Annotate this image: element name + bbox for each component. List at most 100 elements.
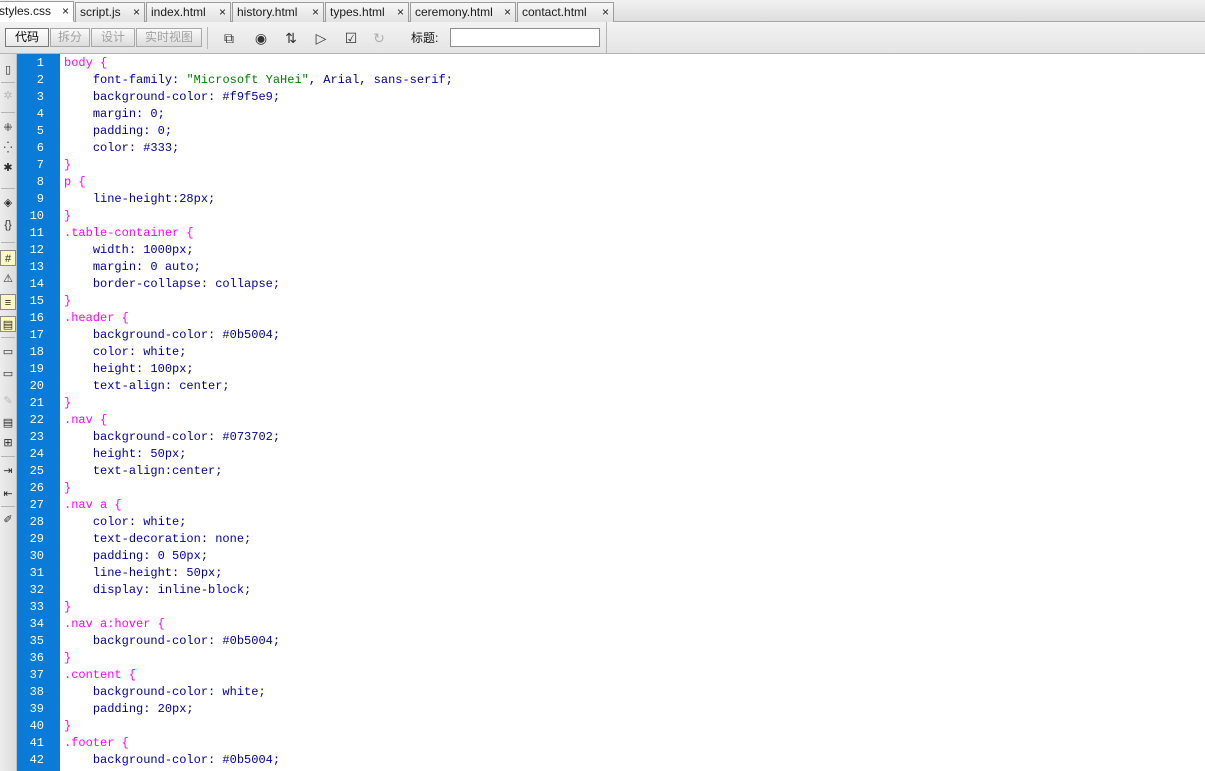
code-editor[interactable]: body { font-family: "Microsoft YaHei", A… [60, 54, 1205, 771]
close-icon[interactable]: × [504, 3, 511, 21]
css-selector: .footer { [64, 736, 129, 750]
line-number: 2 [36, 73, 44, 87]
line-number: 35 [29, 634, 44, 648]
code-line: padding: 0; [64, 123, 172, 140]
code-line: } [64, 650, 71, 667]
toolbar-divider [1, 337, 15, 338]
css-declaration: padding: 0; [92, 124, 173, 138]
code-line: margin: 0; [64, 106, 165, 123]
line-number: 27 [29, 498, 44, 512]
code-line: display: inline-block; [64, 582, 251, 599]
css-declaration: background-color: #073702; [92, 430, 281, 444]
line-number: 17 [29, 328, 44, 342]
tab-label: ceremony.html [415, 5, 493, 19]
code-line: .header { [64, 310, 129, 327]
code-line: background-color: #0b5004; [64, 752, 280, 769]
code-line: .nav a { [64, 497, 122, 514]
tab-ceremony-html[interactable]: ceremony.html × [410, 2, 516, 22]
code-line: body { [64, 55, 107, 72]
line-number: 22 [29, 413, 44, 427]
code-line: text-align:center; [64, 463, 223, 480]
multiscreen-icon[interactable]: ⧉ [218, 29, 240, 47]
page-title-input[interactable] [450, 28, 600, 47]
css-selector: } [64, 651, 72, 665]
code-line: line-height:28px; [64, 191, 215, 208]
toolbar-divider [1, 188, 15, 189]
line-number: 3 [36, 90, 44, 104]
split-view-button[interactable]: 拆分 [50, 28, 90, 47]
line-number: 21 [29, 396, 44, 410]
css-declaration: height: 100px; [92, 362, 194, 376]
css-declaration: display: inline-block; [92, 583, 252, 597]
line-number: 40 [29, 719, 44, 733]
line-number: 37 [29, 668, 44, 682]
code-line: .nav { [64, 412, 107, 429]
css-declaration: color: #333; [92, 141, 180, 155]
code-line: height: 100px; [64, 361, 194, 378]
refresh-icon[interactable]: ↻ [368, 29, 390, 47]
toolbar-divider [207, 27, 208, 49]
css-selector: } [64, 719, 72, 733]
design-view-button[interactable]: 设计 [91, 28, 135, 47]
file-management-icon[interactable]: ⇅ [280, 29, 302, 47]
line-number: 13 [29, 260, 44, 274]
line-number: 23 [29, 430, 44, 444]
tab-label: types.html [330, 5, 385, 19]
tab-history-html[interactable]: history.html × [232, 2, 324, 22]
line-number: 32 [29, 583, 44, 597]
close-icon[interactable]: × [397, 3, 404, 21]
check-browser-compat-icon[interactable]: ▷ [310, 29, 332, 47]
code-line: background-color: #0b5004; [64, 633, 280, 650]
code-line: width: 1000px; [64, 242, 194, 259]
line-number: 14 [29, 277, 44, 291]
code-line: } [64, 480, 71, 497]
preview-browser-icon[interactable]: ◉ [250, 29, 272, 47]
code-line: p { [64, 174, 86, 191]
line-number: 24 [29, 447, 44, 461]
css-declaration: text-decoration: none; [92, 532, 252, 546]
visual-aids-icon[interactable]: ☑ [340, 29, 362, 47]
tab-label: index.html [151, 5, 206, 19]
tab-index-html[interactable]: index.html × [146, 2, 231, 22]
tab-contact-html[interactable]: contact.html × [517, 2, 614, 22]
close-icon[interactable]: × [219, 3, 226, 21]
css-selector: .table-container { [64, 226, 194, 240]
css-declaration: background-color: #0b5004; [92, 634, 281, 648]
css-selector: .content { [64, 668, 137, 682]
close-icon[interactable]: × [312, 3, 319, 21]
toolbar-divider [1, 242, 15, 243]
tab-types-html[interactable]: types.html × [325, 2, 409, 22]
css-selector: p { [64, 175, 86, 189]
close-icon[interactable]: × [602, 3, 609, 21]
code-line: text-align: center; [64, 378, 230, 395]
css-selector: .nav { [64, 413, 108, 427]
code-view-button[interactable]: 代码 [5, 28, 49, 47]
line-number: 30 [29, 549, 44, 563]
tab-label: contact.html [522, 5, 587, 19]
css-declaration: margin: 0 auto; [92, 260, 201, 274]
line-number: 33 [29, 600, 44, 614]
line-number: 25 [29, 464, 44, 478]
code-line: } [64, 208, 71, 225]
tab-label: history.html [237, 5, 298, 19]
tab-script-js[interactable]: script.js × [75, 2, 145, 22]
code-line: text-decoration: none; [64, 531, 251, 548]
live-view-button[interactable]: 实时视图 [136, 28, 202, 47]
close-icon[interactable]: × [133, 3, 140, 21]
tab-styles-css[interactable]: styles.css × [0, 1, 74, 22]
line-number: 8 [36, 175, 44, 189]
line-number: 7 [36, 158, 44, 172]
css-string: "Microsoft YaHei" [186, 73, 309, 87]
css-selector: } [64, 209, 72, 223]
css-declaration: color: white; [92, 515, 187, 529]
toolbar-divider [1, 506, 15, 507]
close-icon[interactable]: × [62, 2, 69, 20]
code-line: } [64, 157, 71, 174]
